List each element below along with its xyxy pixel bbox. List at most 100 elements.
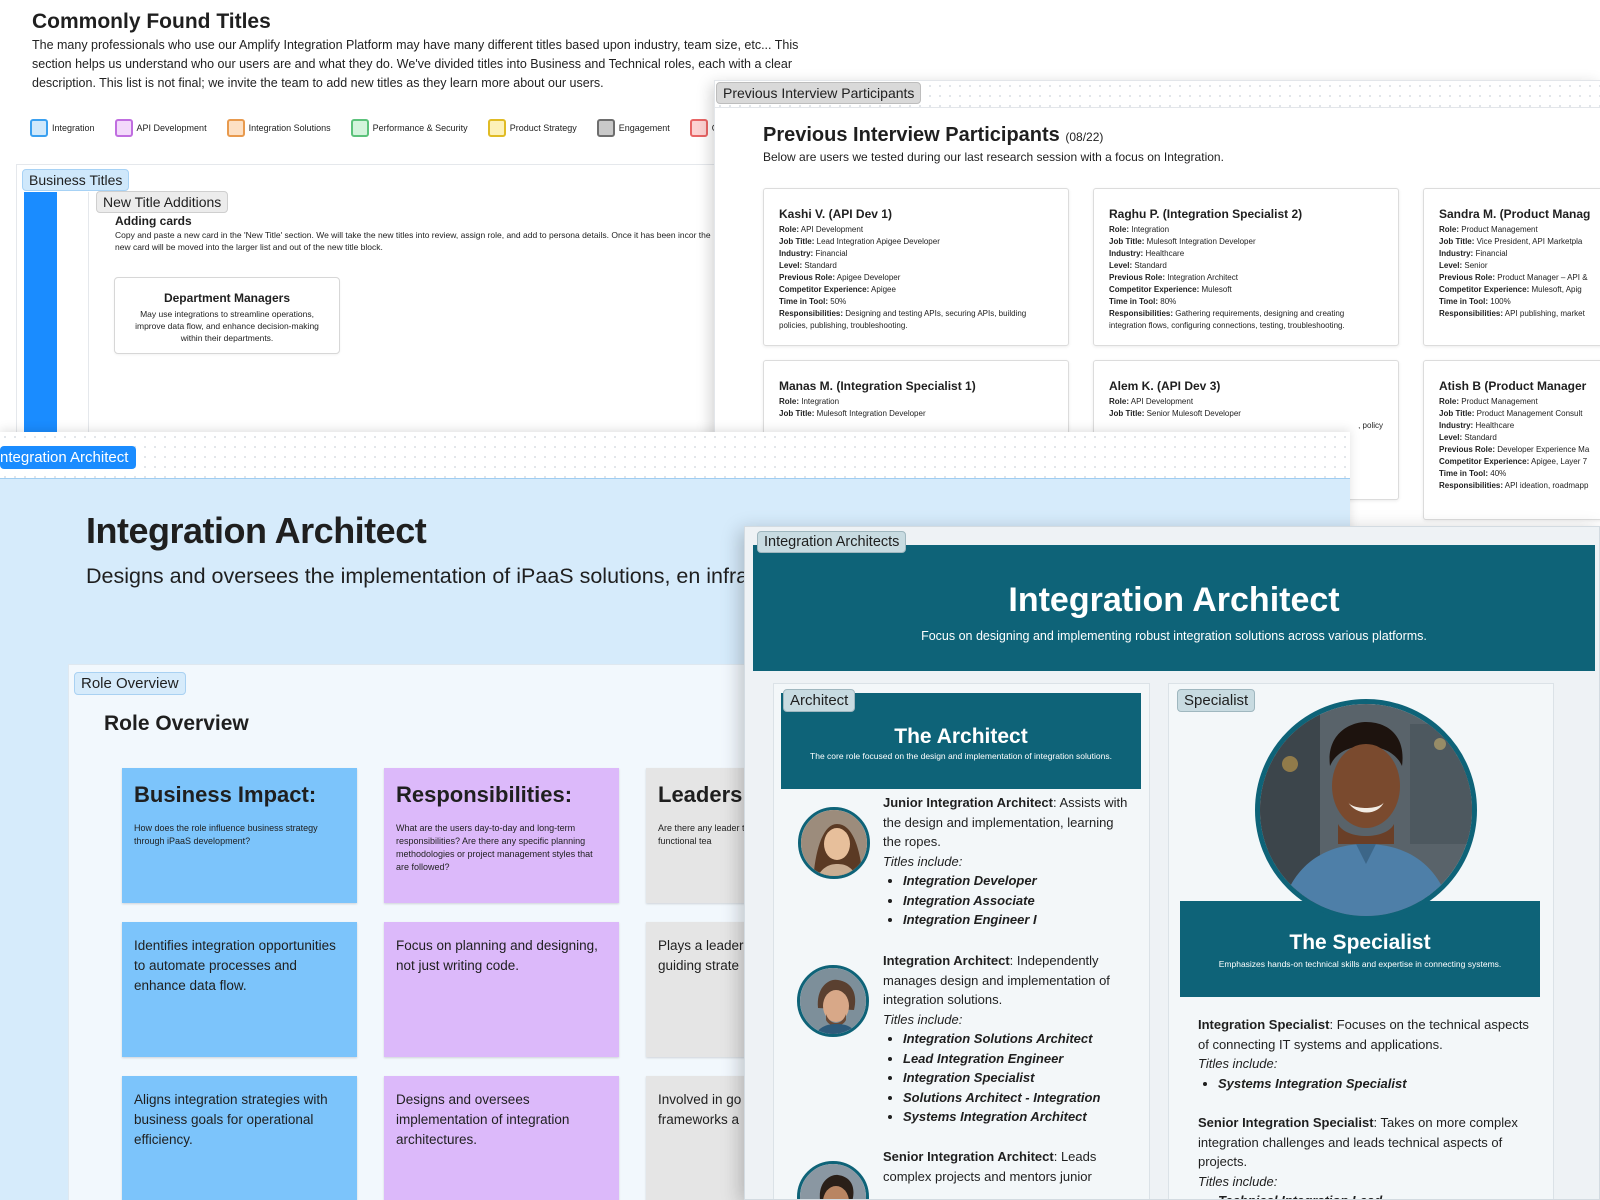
participant-card[interactable]: Kashi V. (API Dev 1) Role: API Developmen…: [763, 188, 1069, 346]
legend-item[interactable]: Integration Solutions: [226, 119, 331, 137]
role-name: Junior Integration Architect: [883, 795, 1053, 810]
field-label: Role:: [1439, 225, 1459, 234]
title-item: Integration Developer: [903, 871, 1133, 891]
participant-field-resp: Responsibilities: Gathering requirements…: [1109, 308, 1383, 332]
sticky-text: Designs and oversees implementation of i…: [396, 1092, 570, 1147]
sticky-note[interactable]: Identifies integration opportunities to …: [122, 922, 357, 1057]
field-value: Healthcare: [1145, 249, 1185, 258]
participant-field-job: Job Title: Lead Integration Apigee Devel…: [779, 236, 1053, 248]
field-value: Product Management Consult: [1476, 409, 1583, 418]
architect-label[interactable]: Architect: [783, 689, 856, 712]
role-description: Junior Integration Architect: Assists wi…: [883, 793, 1133, 930]
field-label: Job Title:: [779, 237, 815, 246]
participant-card[interactable]: Atish B (Product Manager Role: Product Ma…: [1423, 360, 1600, 520]
field-value: 50%: [830, 297, 847, 306]
field-label: Role:: [1109, 397, 1129, 406]
integration-architect-frame-label[interactable]: ntegration Architect: [0, 446, 137, 469]
new-title-additions-label[interactable]: New Title Additions: [96, 191, 229, 213]
participant-field-time: Time in Tool: 40%: [1439, 468, 1600, 480]
field-label: Job Title:: [779, 409, 815, 418]
field-value: Integration: [801, 397, 840, 406]
field-label: Previous Role:: [1439, 273, 1496, 282]
field-value: Mulesoft: [1201, 285, 1232, 294]
field-label: Time in Tool:: [1439, 297, 1489, 306]
participant-card[interactable]: Raghu P. (Integration Specialist 2) Role:…: [1093, 188, 1399, 346]
participant-field-prev: Previous Role: Developer Experience Ma: [1439, 444, 1600, 456]
architects-frame-label[interactable]: Integration Architects: [757, 531, 907, 553]
sticky-header[interactable]: Responsibilities: What are the users day-…: [384, 768, 619, 903]
field-value: Developer Experience Ma: [1497, 445, 1590, 454]
architects-header-banner: Integration Architect Focus on designing…: [753, 545, 1595, 671]
specialist-title: The Specialist: [1289, 931, 1431, 954]
role-description: Integration Architect: Independently man…: [883, 951, 1133, 1127]
role-description: Integration Specialist: Focuses on the t…: [1198, 1015, 1538, 1093]
field-label: Role:: [1109, 225, 1129, 234]
field-label: Role:: [779, 397, 799, 406]
participant-field-role: Role: API Development: [1109, 396, 1383, 408]
participant-field-role: Role: Integration: [779, 396, 1053, 408]
adding-cards-instructions: Copy and paste a new card in the 'New Ti…: [115, 230, 711, 252]
participant-field-prev: Previous Role: Integration Architect: [1109, 272, 1383, 284]
field-label: Responsibilities:: [1439, 481, 1504, 490]
participant-field-resp: Responsibilities: API ideation, roadmapp: [1439, 480, 1600, 492]
field-label: Industry:: [1439, 421, 1474, 430]
participant-name: Raghu P. (Integration Specialist 2): [1109, 207, 1303, 221]
sticky-text: Focus on planning and designing, not jus…: [396, 938, 598, 973]
participant-field-comp: Competitor Experience: Apigee, Layer 7: [1439, 456, 1600, 468]
participant-field-job: Job Title: Senior Mulesoft Developer: [1109, 408, 1383, 420]
legend-label: Integration: [52, 123, 95, 133]
sticky-note[interactable]: Aligns integration strategies with busin…: [122, 1076, 357, 1200]
legend-swatch: [487, 119, 506, 137]
role-name: Integration Architect: [883, 953, 1010, 968]
sticky-header[interactable]: Business Impact: How does the role influe…: [122, 768, 357, 903]
role-overview-title: Role Overview: [104, 712, 249, 735]
field-value: API Development: [1130, 397, 1194, 406]
role-overview-label[interactable]: Role Overview: [74, 672, 186, 695]
participant-field-comp: Competitor Experience: Mulesoft, Apig: [1439, 284, 1600, 296]
field-label: Job Title:: [1109, 409, 1145, 418]
titles-include-label: Titles include:: [883, 1011, 963, 1027]
title-item: Lead Integration Engineer: [903, 1049, 1133, 1069]
legend-swatch: [689, 119, 708, 137]
architect-page-title: Integration Architect: [86, 510, 427, 551]
field-value: API publishing, market: [1504, 309, 1585, 318]
field-label: Level:: [1439, 261, 1463, 270]
legend-swatch: [226, 119, 245, 137]
integration-architects-frame[interactable]: Integration Architect Focus on designing…: [744, 526, 1600, 1200]
participant-field-role: Role: Product Management: [1439, 396, 1600, 408]
business-titles-label[interactable]: Business Titles: [22, 169, 130, 191]
participant-card[interactable]: Sandra M. (Product Manag Role: Product Ma…: [1423, 188, 1600, 346]
color-legend: Integration API Development Integration So…: [30, 119, 749, 137]
role-description: Senior Integration Specialist: Takes on …: [1198, 1113, 1538, 1199]
legend-item[interactable]: Performance & Security: [350, 119, 468, 137]
participant-field-prev: Previous Role: Apigee Developer: [779, 272, 1053, 284]
junior-architect-avatar: [798, 807, 870, 879]
legend-label: Integration Solutions: [248, 123, 331, 133]
sticky-note[interactable]: Designs and oversees implementation of i…: [384, 1076, 619, 1200]
legend-item[interactable]: Integration: [30, 119, 95, 137]
field-value: Mulesoft Integration Developer: [816, 409, 926, 418]
legend-item[interactable]: Product Strategy: [487, 119, 577, 137]
sticky-note[interactable]: Focus on planning and designing, not jus…: [384, 922, 619, 1057]
role-summary: Integration Architect: Independently man…: [883, 951, 1133, 1010]
legend-item[interactable]: API Development: [114, 119, 207, 137]
title-item: Systems Integration Architect: [903, 1107, 1133, 1127]
field-label: Competitor Experience:: [1109, 285, 1200, 294]
field-value: Senior: [1464, 261, 1488, 270]
field-value: Lead Integration Apigee Developer: [816, 237, 940, 246]
role-summary: Senior Integration Specialist: Takes on …: [1198, 1113, 1538, 1172]
participant-field-role: Role: Product Management: [1439, 224, 1600, 236]
department-managers-card[interactable]: Department Managers May use integrations…: [114, 277, 340, 354]
participant-field-prev: Previous Role: Product Manager – API &: [1439, 272, 1600, 284]
field-value: Apigee, Layer 7: [1531, 457, 1588, 466]
card-description: May use integrations to streamline opera…: [135, 309, 319, 343]
specialist-label[interactable]: Specialist: [1177, 689, 1256, 712]
participants-frame-label[interactable]: Previous Interview Participants: [716, 82, 922, 104]
role-name: Integration Specialist: [1198, 1017, 1330, 1032]
participant-field-role: Role: Integration: [1109, 224, 1383, 236]
titles-include-label: Titles include:: [883, 853, 963, 869]
sticky-question: How does the role influence business str…: [134, 823, 318, 846]
legend-item[interactable]: Engagement: [596, 119, 670, 137]
field-label: Previous Role:: [779, 273, 836, 282]
title-item: Integration Specialist: [903, 1068, 1133, 1088]
